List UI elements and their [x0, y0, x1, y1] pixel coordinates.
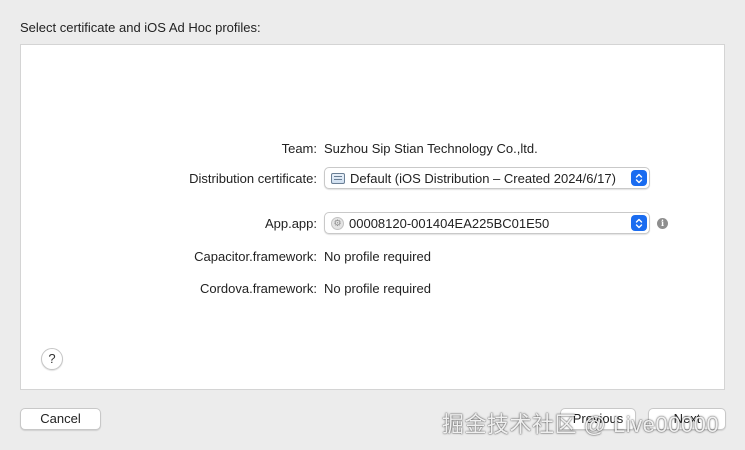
previous-button[interactable]: Previous: [560, 408, 636, 430]
app-row: App.app: ⚙ 00008120-001404EA225BC01E50 i: [21, 212, 726, 236]
cancel-button[interactable]: Cancel: [20, 408, 101, 430]
certificate-icon: [331, 172, 345, 184]
cordova-value: No profile required: [324, 281, 431, 296]
team-value: Suzhou Sip Stian Technology Co.,ltd.: [324, 141, 538, 156]
info-icon[interactable]: i: [657, 218, 668, 229]
capacitor-label: Capacitor.framework:: [194, 249, 317, 264]
distribution-certificate-label: Distribution certificate:: [189, 171, 317, 186]
app-profile-popup[interactable]: ⚙ 00008120-001404EA225BC01E50: [324, 212, 650, 234]
team-row: Team: Suzhou Sip Stian Technology Co.,lt…: [21, 137, 726, 161]
team-label: Team:: [281, 141, 317, 156]
distribution-certificate-row: Distribution certificate: Default (iOS D…: [21, 167, 726, 191]
sign-dialog: Select certificate and iOS Ad Hoc profil…: [0, 0, 745, 450]
chevron-updown-icon: [631, 215, 647, 231]
app-label: App.app:: [264, 216, 317, 231]
help-button[interactable]: ?: [41, 348, 63, 370]
dialog-prompt: Select certificate and iOS Ad Hoc profil…: [20, 20, 261, 35]
cordova-label: Cordova.framework:: [199, 281, 317, 296]
next-button[interactable]: Next: [648, 408, 726, 430]
app-profile-value: 00008120-001404EA225BC01E50: [349, 215, 550, 231]
capacitor-value: No profile required: [324, 249, 431, 264]
capacitor-row: Capacitor.framework: No profile required: [21, 245, 726, 269]
cordova-row: Cordova.framework: No profile required: [21, 277, 726, 301]
options-panel: Team: Suzhou Sip Stian Technology Co.,lt…: [20, 44, 725, 390]
gear-icon: ⚙: [331, 216, 344, 230]
distribution-certificate-popup[interactable]: Default (iOS Distribution – Created 2024…: [324, 167, 650, 189]
distribution-certificate-value: Default (iOS Distribution – Created 2024…: [350, 170, 616, 186]
chevron-updown-icon: [631, 170, 647, 186]
